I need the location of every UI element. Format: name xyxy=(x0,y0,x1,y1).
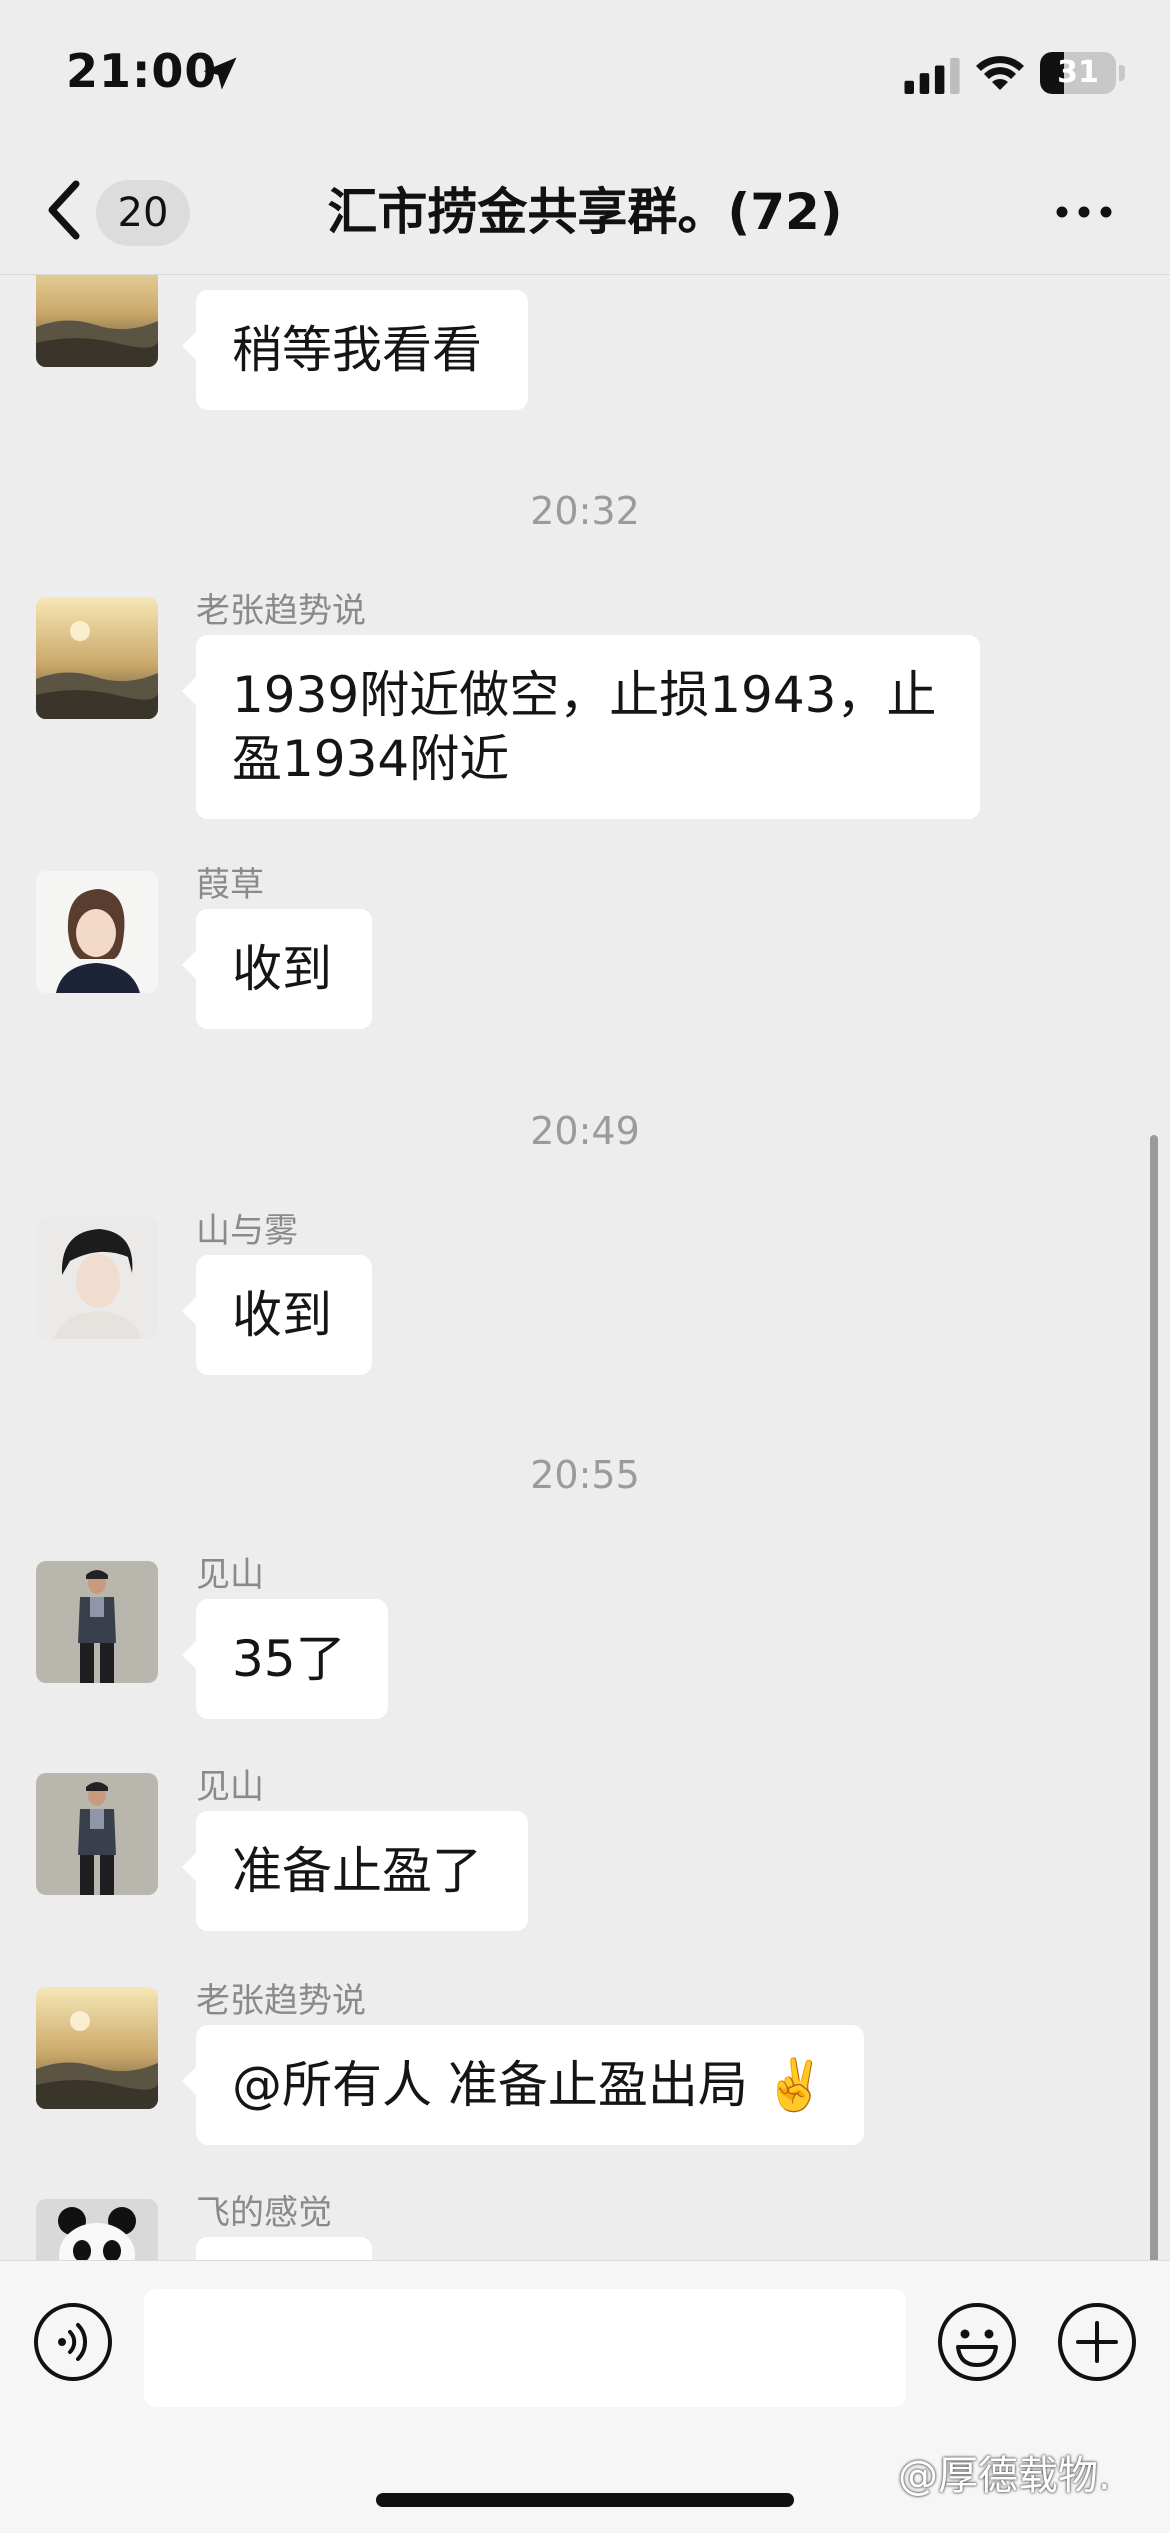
message-bubble[interactable]: @所有人 准备止盈出局 ✌️ xyxy=(182,2025,864,2145)
message-bubble[interactable]: 收到 xyxy=(182,1255,372,1375)
more-options-icon[interactable] xyxy=(1054,200,1114,224)
voice-input-icon[interactable] xyxy=(32,2301,114,2383)
sender-name: 葭草 xyxy=(196,865,264,905)
avatar-boy[interactable] xyxy=(36,1217,158,1339)
sender-name: 飞的感觉 xyxy=(196,2193,332,2233)
timestamp: 20:55 xyxy=(530,1453,640,1497)
cellular-signal-icon xyxy=(904,57,960,94)
avatar-man[interactable] xyxy=(36,1561,158,1683)
status-bar: 21:00 31 xyxy=(0,0,1170,150)
avatar-sunset[interactable] xyxy=(36,597,158,719)
message-input[interactable] xyxy=(144,2289,906,2407)
avatar-sunset[interactable] xyxy=(36,275,158,367)
home-indicator[interactable] xyxy=(376,2493,794,2507)
wifi-icon xyxy=(976,56,1024,90)
watermark: @厚德载物. xyxy=(898,2453,1111,2499)
back-chevron-icon[interactable] xyxy=(44,178,84,242)
message-bubble[interactable]: 35了 xyxy=(182,1599,388,1719)
message-bubble[interactable]: 稍等我看看 xyxy=(182,290,528,410)
message-bubble[interactable] xyxy=(196,2237,372,2260)
sender-name: 山与雾 xyxy=(196,1211,298,1251)
chat-header: 20 汇市捞金共享群。(72) xyxy=(0,150,1170,275)
status-time: 21:00 xyxy=(66,44,218,98)
timestamp: 20:32 xyxy=(530,489,640,533)
sender-name: 老张趋势说 xyxy=(196,1981,366,2021)
battery-percent: 31 xyxy=(1057,55,1099,90)
battery-indicator: 31 xyxy=(1040,52,1126,94)
avatar-panda[interactable] xyxy=(36,2199,158,2260)
avatar-girl[interactable] xyxy=(36,871,158,993)
unread-count-badge[interactable]: 20 xyxy=(96,180,190,246)
chat-title: 汇市捞金共享群。(72) xyxy=(327,183,843,241)
sender-name: 见山 xyxy=(196,1555,264,1595)
plus-icon[interactable] xyxy=(1056,2301,1138,2383)
message-bubble[interactable]: 准备止盈了 xyxy=(182,1811,528,1931)
avatar-man[interactable] xyxy=(36,1773,158,1895)
avatar-sunset[interactable] xyxy=(36,1987,158,2109)
timestamp: 20:49 xyxy=(530,1109,640,1153)
emoji-icon[interactable] xyxy=(936,2301,1018,2383)
sender-name: 见山 xyxy=(196,1767,264,1807)
location-arrow-icon xyxy=(203,57,237,90)
message-bubble[interactable]: 1939附近做空，止损1943，止盈1934附近 xyxy=(182,635,980,819)
input-bar: @厚德载物. xyxy=(0,2260,1170,2533)
scrollbar[interactable] xyxy=(1150,1135,1158,2260)
message-list[interactable]: 稍等我看看 20:32 老张趋势说 1939附近做空，止损1943，止盈1934… xyxy=(0,275,1170,2260)
message-bubble[interactable]: 收到 xyxy=(182,909,372,1029)
sender-name: 老张趋势说 xyxy=(196,591,366,631)
